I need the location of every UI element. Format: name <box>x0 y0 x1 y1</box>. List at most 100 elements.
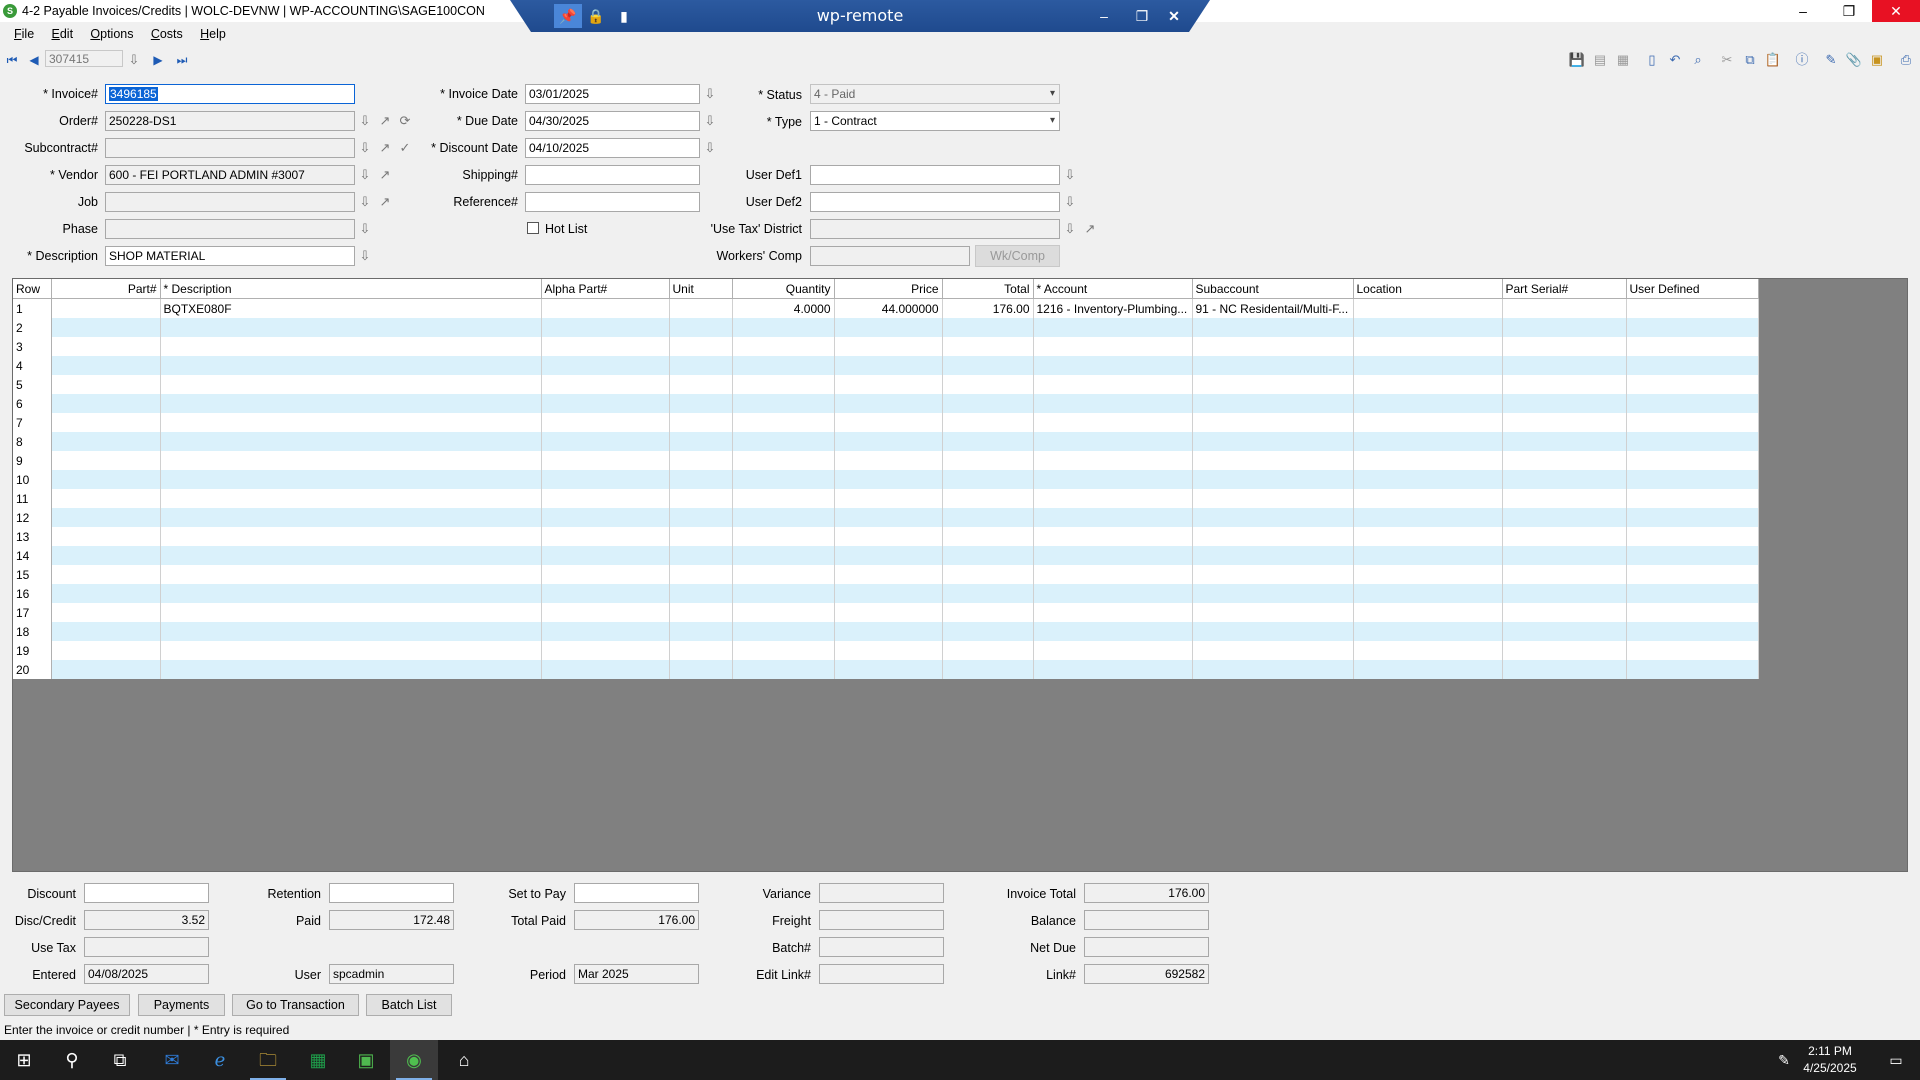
net-due-field[interactable] <box>1084 937 1209 957</box>
subcontract-field[interactable] <box>105 138 355 158</box>
cell-user-defined[interactable] <box>1626 565 1759 584</box>
cell-subaccount[interactable] <box>1192 527 1354 546</box>
cell-part-serial[interactable] <box>1502 451 1627 470</box>
reference-field[interactable] <box>525 192 700 212</box>
cell-total[interactable] <box>942 337 1034 356</box>
cell-user-defined[interactable] <box>1626 394 1759 413</box>
cell-quantity[interactable] <box>732 641 835 660</box>
cell-description[interactable] <box>160 546 542 565</box>
cell-location[interactable] <box>1353 584 1503 603</box>
workers-comp-field[interactable] <box>810 246 970 266</box>
balance-field[interactable] <box>1084 910 1209 930</box>
outlook-icon[interactable]: ✉ <box>148 1040 196 1080</box>
cell-subaccount[interactable] <box>1192 432 1354 451</box>
paid-field[interactable]: 172.48 <box>329 910 454 930</box>
order-lookup-icon[interactable]: ⇩ <box>357 112 373 130</box>
remote-minimize-button[interactable]: – <box>1090 4 1118 28</box>
invoice-date-field[interactable]: 03/01/2025 <box>525 84 700 104</box>
cell-unit[interactable] <box>669 432 733 451</box>
cell-unit[interactable] <box>669 584 733 603</box>
cell-quantity[interactable] <box>732 508 835 527</box>
menu-edit[interactable]: Edit <box>52 24 74 44</box>
cell-subaccount[interactable] <box>1192 489 1354 508</box>
minimize-button[interactable]: – <box>1780 0 1826 22</box>
cell-price[interactable] <box>834 565 943 584</box>
cell-description[interactable] <box>160 318 542 337</box>
cell-account[interactable] <box>1033 394 1193 413</box>
cell-quantity[interactable] <box>732 527 835 546</box>
job-field[interactable] <box>105 192 355 212</box>
cell-part-serial[interactable] <box>1502 337 1627 356</box>
cell-user-defined[interactable] <box>1626 660 1759 679</box>
cell-location[interactable] <box>1353 413 1503 432</box>
cell-total[interactable] <box>942 584 1034 603</box>
cell-subaccount[interactable] <box>1192 356 1354 375</box>
cell-account[interactable] <box>1033 565 1193 584</box>
cell-price[interactable] <box>834 394 943 413</box>
save-icon[interactable]: 💾 <box>1568 51 1586 69</box>
cell-total[interactable] <box>942 394 1034 413</box>
cell-location[interactable] <box>1353 298 1503 318</box>
record-lookup-icon[interactable]: ⇩ <box>126 51 142 69</box>
cell-unit[interactable] <box>669 451 733 470</box>
cell-location[interactable] <box>1353 565 1503 584</box>
cell-total[interactable] <box>942 508 1034 527</box>
table-row[interactable]: 12 <box>13 508 1759 527</box>
cell-alpha-part[interactable] <box>541 413 670 432</box>
cell-account[interactable] <box>1033 508 1193 527</box>
cell-alpha-part[interactable] <box>541 489 670 508</box>
discount-date-picker-icon[interactable]: ⇩ <box>702 139 718 157</box>
cell-part[interactable] <box>51 622 161 641</box>
table-row[interactable]: 18 <box>13 622 1759 641</box>
sage100con-active-icon[interactable]: ◉ <box>390 1040 438 1080</box>
cell-part-serial[interactable] <box>1502 603 1627 622</box>
cell-unit[interactable] <box>669 337 733 356</box>
col-header-price[interactable]: Price <box>834 279 943 299</box>
retention-field[interactable] <box>329 883 454 903</box>
cell-user-defined[interactable] <box>1626 318 1759 337</box>
cell-price[interactable] <box>834 546 943 565</box>
cell-part-serial[interactable] <box>1502 584 1627 603</box>
cell-subaccount[interactable] <box>1192 375 1354 394</box>
cell-part[interactable] <box>51 584 161 603</box>
menu-options[interactable]: Options <box>90 24 133 44</box>
cell-price[interactable]: 44.000000 <box>834 298 943 318</box>
cell-location[interactable] <box>1353 318 1503 337</box>
cell-part[interactable] <box>51 375 161 394</box>
description-lookup-icon[interactable]: ⇩ <box>357 247 373 265</box>
cell-description[interactable] <box>160 622 542 641</box>
col-header-subaccount[interactable]: Subaccount <box>1192 279 1354 299</box>
cell-location[interactable] <box>1353 432 1503 451</box>
cut-icon[interactable]: ✂ <box>1718 51 1736 69</box>
cell-part[interactable] <box>51 527 161 546</box>
clock-time[interactable]: 2:11 PM <box>1790 1044 1870 1058</box>
cell-unit[interactable] <box>669 413 733 432</box>
cell-account[interactable] <box>1033 641 1193 660</box>
link-field[interactable]: 692582 <box>1084 964 1209 984</box>
cell-account[interactable] <box>1033 356 1193 375</box>
cell-account[interactable] <box>1033 489 1193 508</box>
table-row[interactable]: 8 <box>13 432 1759 451</box>
find-icon[interactable]: ⌕ <box>1689 51 1707 69</box>
notes-icon[interactable]: ✎ <box>1822 51 1840 69</box>
cell-part-serial[interactable] <box>1502 394 1627 413</box>
cell-price[interactable] <box>834 470 943 489</box>
discount-date-field[interactable]: 04/10/2025 <box>525 138 700 158</box>
cell-alpha-part[interactable] <box>541 603 670 622</box>
invoice-total-field[interactable]: 176.00 <box>1084 883 1209 903</box>
edge-icon[interactable]: ℯ <box>196 1040 244 1080</box>
table-row[interactable]: 1 BQTXE080F 4.0000 44.000000 176.00 1216 - In… <box>13 298 1759 318</box>
cell-account[interactable] <box>1033 470 1193 489</box>
cell-part-serial[interactable] <box>1502 298 1627 318</box>
cell-part[interactable] <box>51 451 161 470</box>
period-field[interactable]: Mar 2025 <box>574 964 699 984</box>
undo-icon[interactable]: ↶ <box>1666 51 1684 69</box>
cell-account[interactable] <box>1033 584 1193 603</box>
cell-total[interactable] <box>942 622 1034 641</box>
cell-unit[interactable] <box>669 527 733 546</box>
description-field[interactable]: SHOP MATERIAL <box>105 246 355 266</box>
cell-user-defined[interactable] <box>1626 375 1759 394</box>
cell-part[interactable] <box>51 356 161 375</box>
cell-description[interactable] <box>160 641 542 660</box>
cell-location[interactable] <box>1353 527 1503 546</box>
